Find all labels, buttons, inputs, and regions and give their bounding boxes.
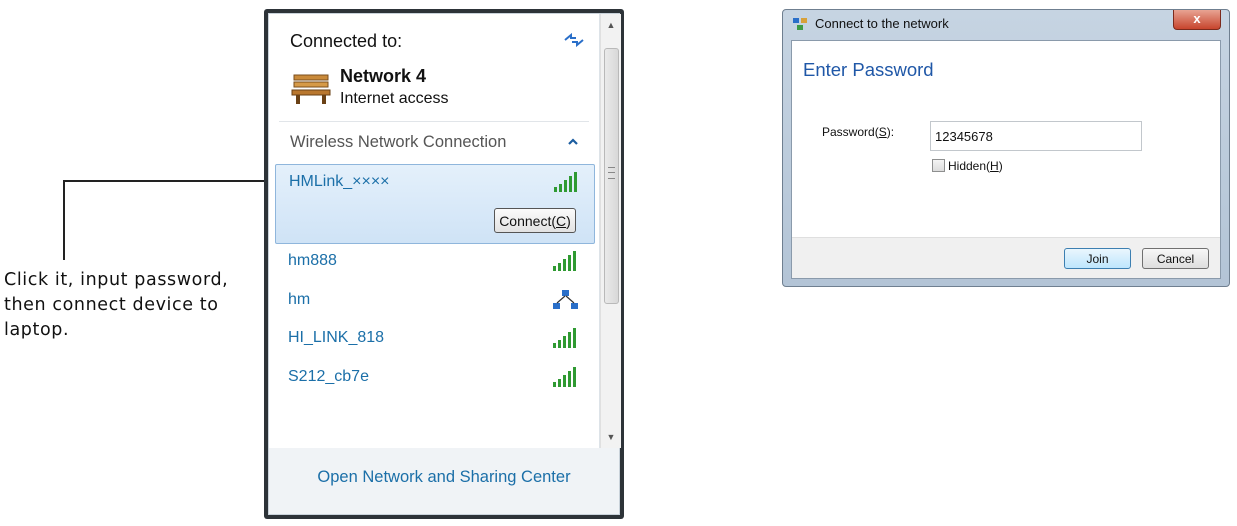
- scrollbar[interactable]: ▲ ▼: [600, 14, 621, 448]
- callout-line-vertical: [63, 180, 65, 260]
- wifi-network-s212[interactable]: S212_cb7e: [275, 360, 593, 394]
- wifi-signal-icon: [553, 251, 576, 271]
- password-input[interactable]: [930, 121, 1142, 151]
- connected-to-label: Connected to:: [290, 31, 403, 51]
- divider: [279, 121, 589, 122]
- wifi-ssid-label: HI_LINK_818: [288, 329, 385, 346]
- network-icon: [793, 18, 807, 30]
- current-network-name: Network 4: [340, 66, 427, 86]
- network-bench-icon: [291, 74, 331, 104]
- join-button[interactable]: Join: [1064, 248, 1131, 269]
- instruction-text: Click it, input password, then connect d…: [4, 268, 254, 343]
- adhoc-network-icon: [553, 290, 578, 309]
- grip-icon: [608, 167, 615, 179]
- chevron-up-icon[interactable]: [566, 135, 580, 149]
- scrollbar-thumb[interactable]: [604, 48, 619, 304]
- wifi-network-hm888[interactable]: hm888: [275, 244, 593, 278]
- scroll-down-arrow-icon[interactable]: ▼: [601, 428, 621, 446]
- instruction-line-1: Click it, input password,: [4, 270, 229, 290]
- network-flyout: Connected to: Network 4 Internet access …: [264, 9, 624, 519]
- wireless-section-title: Wireless Network Connection: [290, 133, 507, 151]
- cancel-button[interactable]: Cancel: [1142, 248, 1209, 269]
- callout-line-horizontal: [63, 180, 284, 182]
- wifi-signal-icon: [554, 172, 577, 192]
- refresh-icon[interactable]: [563, 32, 585, 48]
- instruction-line-2: then connect device to: [4, 295, 219, 315]
- wifi-ssid-label: HMLink_××××: [289, 173, 390, 190]
- wifi-network-hm[interactable]: hm: [275, 283, 593, 317]
- wifi-ssid-label: S212_cb7e: [288, 368, 369, 385]
- connect-button[interactable]: Connect(C): [494, 208, 576, 233]
- hidden-label: Hidden(H): [948, 159, 1003, 173]
- instruction-line-3: laptop.: [4, 320, 70, 340]
- wifi-signal-icon: [553, 367, 576, 387]
- open-network-sharing-center-link[interactable]: Open Network and Sharing Center: [269, 468, 619, 487]
- current-network-status: Internet access: [340, 90, 449, 107]
- wifi-signal-icon: [553, 328, 576, 348]
- dialog-body: Enter Password Password(S): Hidden(H) Jo…: [791, 40, 1221, 279]
- hidden-checkbox[interactable]: [932, 159, 945, 172]
- flyout-panel: Connected to: Network 4 Internet access …: [268, 13, 621, 515]
- wifi-network-hi-link[interactable]: HI_LINK_818: [275, 321, 593, 355]
- enter-password-heading: Enter Password: [803, 59, 934, 80]
- wifi-ssid-label: hm: [288, 291, 311, 308]
- close-button[interactable]: x: [1173, 10, 1221, 30]
- connect-network-dialog: Connect to the network x Enter Password …: [782, 9, 1230, 287]
- password-label: Password(S):: [822, 125, 895, 139]
- flyout-content: Connected to: Network 4 Internet access …: [269, 14, 600, 448]
- dialog-footer: Join Cancel: [792, 237, 1220, 278]
- wifi-network-hmlink[interactable]: HMLink_×××× Connect(C): [275, 164, 595, 244]
- dialog-title: Connect to the network: [815, 16, 949, 31]
- wifi-ssid-label: hm888: [288, 252, 337, 269]
- scroll-up-arrow-icon[interactable]: ▲: [601, 16, 621, 34]
